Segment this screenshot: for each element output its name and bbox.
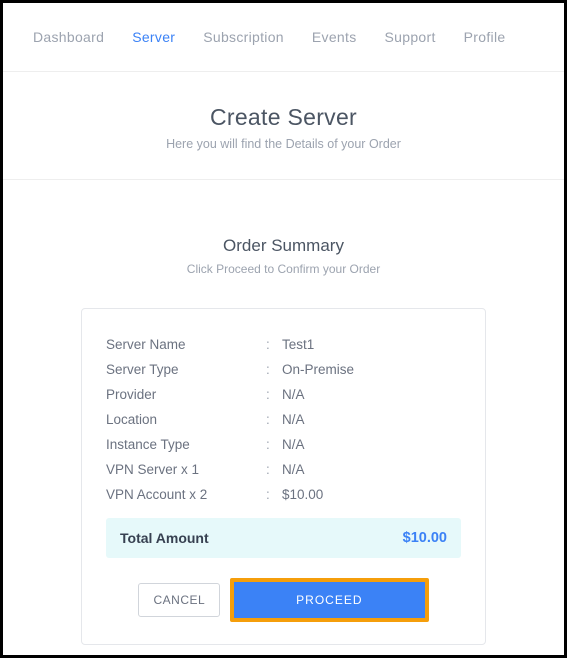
page-header: Create Server Here you will find the Det… xyxy=(3,72,564,180)
row-colon: : xyxy=(266,487,282,502)
row-server-type: Server Type : On-Premise xyxy=(106,362,461,377)
row-label: Server Name xyxy=(106,337,266,352)
cancel-button[interactable]: CANCEL xyxy=(138,583,220,617)
row-provider: Provider : N/A xyxy=(106,387,461,402)
row-label: Location xyxy=(106,412,266,427)
row-vpn-server: VPN Server x 1 : N/A xyxy=(106,462,461,477)
section-header: Order Summary Click Proceed to Confirm y… xyxy=(3,180,564,296)
row-colon: : xyxy=(266,437,282,452)
order-summary-card: Server Name : Test1 Server Type : On-Pre… xyxy=(81,308,486,645)
actions: CANCEL PROCEED xyxy=(106,578,461,622)
total-value: $10.00 xyxy=(403,530,447,546)
row-value: N/A xyxy=(282,412,305,427)
row-value: Test1 xyxy=(282,337,314,352)
row-server-name: Server Name : Test1 xyxy=(106,337,461,352)
row-colon: : xyxy=(266,462,282,477)
row-label: Server Type xyxy=(106,362,266,377)
row-value: N/A xyxy=(282,437,305,452)
row-value: N/A xyxy=(282,387,305,402)
proceed-button[interactable]: PROCEED xyxy=(234,582,424,618)
row-vpn-account: VPN Account x 2 : $10.00 xyxy=(106,487,461,502)
total-row: Total Amount $10.00 xyxy=(106,518,461,558)
row-colon: : xyxy=(266,412,282,427)
nav-support[interactable]: Support xyxy=(385,29,436,45)
row-label: Instance Type xyxy=(106,437,266,452)
row-label: VPN Server x 1 xyxy=(106,462,266,477)
nav-subscription[interactable]: Subscription xyxy=(203,29,284,45)
row-value: $10.00 xyxy=(282,487,323,502)
row-label: VPN Account x 2 xyxy=(106,487,266,502)
total-label: Total Amount xyxy=(120,530,209,546)
row-value: N/A xyxy=(282,462,305,477)
row-value: On-Premise xyxy=(282,362,354,377)
nav-dashboard[interactable]: Dashboard xyxy=(33,29,104,45)
row-label: Provider xyxy=(106,387,266,402)
row-location: Location : N/A xyxy=(106,412,461,427)
nav-server[interactable]: Server xyxy=(132,29,175,45)
top-nav: Dashboard Server Subscription Events Sup… xyxy=(3,3,564,72)
row-colon: : xyxy=(266,387,282,402)
row-instance-type: Instance Type : N/A xyxy=(106,437,461,452)
page-title: Create Server xyxy=(23,104,544,131)
proceed-highlight: PROCEED xyxy=(230,578,428,622)
page-subtitle: Here you will find the Details of your O… xyxy=(23,137,544,151)
row-colon: : xyxy=(266,337,282,352)
section-title: Order Summary xyxy=(23,236,544,256)
nav-profile[interactable]: Profile xyxy=(464,29,506,45)
nav-events[interactable]: Events xyxy=(312,29,357,45)
section-subtitle: Click Proceed to Confirm your Order xyxy=(23,262,544,276)
row-colon: : xyxy=(266,362,282,377)
